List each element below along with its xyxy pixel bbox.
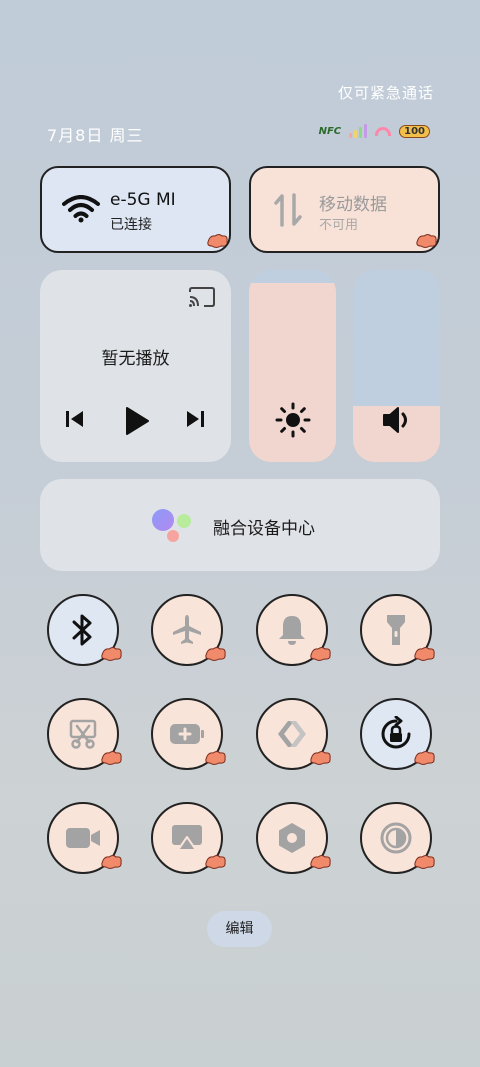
ring-mode-toggle[interactable] xyxy=(256,594,331,666)
sticker-icon xyxy=(207,234,228,248)
cast-icon[interactable] xyxy=(188,286,216,308)
signal-icon xyxy=(349,124,368,138)
bell-icon xyxy=(279,616,305,645)
brightness-icon-wrap xyxy=(249,402,336,442)
data-transfer-icon xyxy=(274,193,302,227)
link-icon xyxy=(278,721,306,747)
sticker-icon xyxy=(205,647,226,661)
bluetooth-icon xyxy=(72,614,92,646)
device-center-logo-icon xyxy=(152,507,196,543)
mobile-data-status: 不可用 xyxy=(319,218,359,233)
nfc-toggle[interactable] xyxy=(256,802,331,874)
dark-mode-toggle[interactable] xyxy=(360,802,435,874)
video-camera-icon xyxy=(66,828,100,848)
sticker-icon xyxy=(310,751,331,765)
sticker-icon xyxy=(101,751,122,765)
sticker-icon xyxy=(101,647,122,661)
device-center-card[interactable]: 融合设备中心 xyxy=(40,479,440,571)
rotation-lock-toggle[interactable] xyxy=(360,698,435,770)
play-icon[interactable] xyxy=(123,406,151,436)
mobile-data-tile[interactable]: 移动数据 不可用 xyxy=(249,166,440,253)
emergency-calls-only-text: 仅可紧急通话 xyxy=(337,84,434,102)
sticker-icon xyxy=(414,647,435,661)
battery-icon: 100 xyxy=(399,124,430,138)
wifi-icon xyxy=(62,195,100,223)
wifi-tile[interactable]: e-5G MI 已连接 xyxy=(40,166,231,253)
edit-button[interactable]: 编辑 xyxy=(207,911,272,947)
brightness-icon xyxy=(275,402,310,438)
sticker-icon xyxy=(414,751,435,765)
rainbow-wifi-icon xyxy=(375,126,392,136)
screen-record-toggle[interactable] xyxy=(47,802,122,874)
airplane-mode-toggle[interactable] xyxy=(151,594,226,666)
screenshot-toggle[interactable] xyxy=(47,698,122,770)
brightness-slider[interactable] xyxy=(249,270,336,462)
sticker-icon xyxy=(414,855,435,869)
battery-saver-toggle[interactable] xyxy=(151,698,226,770)
battery-plus-icon xyxy=(170,724,204,744)
mobile-data-title: 移动数据 xyxy=(319,195,387,215)
wifi-status: 已连接 xyxy=(110,217,152,233)
hexagon-nut-icon xyxy=(279,823,305,853)
sticker-icon xyxy=(310,647,331,661)
rotation-lock-icon xyxy=(381,716,411,749)
next-icon[interactable] xyxy=(184,408,206,430)
bluetooth-toggle[interactable] xyxy=(47,594,122,666)
sticker-icon xyxy=(205,855,226,869)
volume-slider[interactable] xyxy=(353,270,440,462)
sticker-icon xyxy=(205,751,226,765)
nfc-status-icon: NFC xyxy=(318,125,342,137)
flashlight-toggle[interactable] xyxy=(360,594,435,666)
status-icons: NFC 100 xyxy=(319,124,430,138)
date-text: 7月8日 周三 xyxy=(47,126,144,145)
media-player-card[interactable]: 暂无播放 xyxy=(40,270,231,462)
flashlight-icon xyxy=(387,615,405,645)
device-center-label: 融合设备中心 xyxy=(213,519,315,539)
contrast-icon xyxy=(380,822,412,854)
multi-screen-toggle[interactable] xyxy=(256,698,331,770)
screen-cast-toggle[interactable] xyxy=(151,802,226,874)
wifi-network-name: e-5G MI xyxy=(110,190,176,210)
previous-icon[interactable] xyxy=(64,408,86,430)
scissors-icon xyxy=(69,719,97,749)
airplane-icon xyxy=(173,615,201,644)
volume-icon xyxy=(382,407,407,433)
media-title: 暂无播放 xyxy=(101,349,170,369)
volume-icon-wrap xyxy=(353,404,440,440)
sticker-icon xyxy=(310,855,331,869)
airplay-icon xyxy=(172,825,202,851)
sticker-icon xyxy=(101,855,122,869)
sticker-icon xyxy=(416,234,437,248)
